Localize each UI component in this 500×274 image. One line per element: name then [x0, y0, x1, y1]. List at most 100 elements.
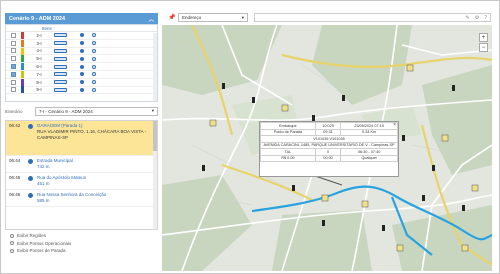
chevron-up-icon[interactable]: ︿ — [148, 15, 154, 23]
stop-time: 06:42 — [9, 123, 21, 128]
chevron-down-icon: ▾ — [241, 14, 244, 20]
stops-list: 06:42 GARAGEM (Parada 1) RUA VLADIMIR PI… — [5, 120, 158, 230]
stop-detail: RUA VLADIMIR PINTO, 1.16, CHÁCARA BOA VI… — [37, 129, 147, 140]
stop-info-popup: × Embarque 10:029 23/05/2024 07:19 Ponto d… — [259, 121, 399, 177]
lines-table: Itens 2-I 3-I 4-I 5-I 6-I 7-I 8-I 9-I — [5, 24, 158, 102]
bus-icon[interactable] — [54, 87, 67, 92]
stop-name: Rua Nossa Senhora da Conceição — [37, 192, 107, 197]
line-name: 4-I — [36, 48, 42, 54]
line-name: 9-I — [36, 87, 42, 93]
stops-icon[interactable] — [80, 87, 84, 92]
line-name: 8-I — [36, 79, 42, 85]
stop-item[interactable]: 06:45 Rua do Apóstolo Mateus 451 m — [6, 173, 157, 190]
scenario-title: Cenário 9 - ADM 2024 — [9, 15, 66, 22]
line-row[interactable]: 9-I — [6, 86, 157, 95]
option-toggle[interactable]: Exibir Pontos Operacionais — [10, 240, 158, 248]
scenario-header[interactable]: Cenário 9 - ADM 2024 ︿ — [5, 13, 158, 24]
stops-icon[interactable] — [80, 80, 84, 85]
bus-icon[interactable] — [54, 56, 67, 61]
radio-icon[interactable] — [10, 241, 14, 246]
line-checkbox[interactable] — [11, 87, 16, 93]
pin-icon[interactable]: 📌 — [166, 14, 178, 21]
bus-icon[interactable] — [54, 64, 67, 69]
bus-icon[interactable] — [54, 72, 67, 77]
stops-icon[interactable] — [80, 33, 84, 38]
route-icon[interactable] — [92, 48, 96, 53]
stops-icon[interactable] — [80, 72, 84, 77]
line-checkbox[interactable] — [11, 32, 16, 38]
route-icon[interactable] — [92, 64, 96, 69]
stop-time: 06:44 — [9, 158, 21, 163]
stop-marker-icon — [28, 158, 37, 170]
stop-detail: 742 m — [37, 164, 50, 169]
route-icon[interactable] — [92, 87, 96, 92]
line-row[interactable]: 4-I — [6, 47, 157, 56]
line-name: 6-I — [36, 64, 42, 70]
line-name: 3-I — [36, 40, 42, 46]
stop-detail: 585 m — [37, 198, 50, 203]
stop-marker-icon — [28, 175, 37, 187]
line-name: 2-I — [36, 32, 42, 38]
line-checkbox[interactable] — [11, 56, 16, 62]
line-checkbox[interactable] — [11, 48, 16, 54]
stops-icon[interactable] — [80, 48, 84, 53]
help-icon[interactable]: ? — [484, 15, 487, 21]
address-search-input[interactable]: ✎ ⚙ ? — [254, 13, 491, 22]
bus-icon[interactable] — [54, 41, 67, 46]
stops-icon[interactable] — [80, 64, 84, 69]
bus-icon[interactable] — [54, 80, 67, 85]
stop-item[interactable]: 06:46 Rua Nossa Senhora da Conceição 585… — [6, 190, 157, 207]
map-toolbar: 📌 Endereço ▾ ✎ ⚙ ? — [166, 12, 491, 23]
line-name: 7-I — [36, 71, 42, 77]
chevron-down-icon: ▾ — [151, 108, 154, 113]
line-row[interactable]: 8-I — [6, 78, 157, 87]
draw-icon[interactable]: ✎ — [466, 15, 470, 21]
route-icon[interactable] — [92, 56, 96, 61]
line-row[interactable]: 3-I — [6, 39, 157, 48]
line-checkbox[interactable] — [11, 71, 16, 77]
option-label: Exibir Pontos de Parada — [17, 248, 66, 254]
close-icon[interactable]: × — [393, 122, 396, 128]
route-icon[interactable] — [92, 80, 96, 85]
stop-item[interactable]: 06:42 GARAGEM (Parada 1) RUA VLADIMIR PI… — [6, 121, 157, 156]
option-label: Exibir Regiões — [17, 233, 47, 239]
stop-item[interactable]: 06:44 Estrada Municipal 742 m — [6, 156, 157, 173]
radio-icon[interactable] — [10, 248, 14, 253]
bus-icon[interactable] — [54, 33, 67, 38]
address-select[interactable]: Endereço ▾ — [178, 13, 248, 22]
radio-icon[interactable] — [10, 233, 14, 238]
stop-time: 06:46 — [9, 192, 21, 197]
lines-table-header: Itens — [6, 25, 157, 32]
line-row[interactable]: 2-I — [6, 31, 157, 40]
stop-marker-icon — [28, 192, 37, 204]
line-checkbox[interactable] — [11, 64, 16, 70]
scrollbar[interactable] — [153, 33, 157, 101]
zoom-out-button[interactable]: − — [479, 43, 488, 52]
option-toggle[interactable]: Exibir Pontos de Parada — [10, 247, 158, 255]
bus-icon[interactable] — [54, 48, 67, 53]
line-name: 5-I — [36, 56, 42, 62]
route-icon[interactable] — [92, 72, 96, 77]
stop-time: 06:45 — [9, 175, 21, 180]
line-checkbox[interactable] — [11, 40, 16, 46]
line-row[interactable]: 7-I — [6, 70, 157, 79]
option-label: Exibir Pontos Operacionais — [17, 240, 72, 246]
line-row[interactable]: 5-I — [6, 55, 157, 64]
scrollbar[interactable] — [153, 121, 157, 229]
itinerary-row: Itinerário 7-I - Cenário 9 - ADM 2024 ▾ — [5, 105, 158, 117]
stops-icon[interactable] — [80, 56, 84, 61]
itinerary-select[interactable]: 7-I - Cenário 9 - ADM 2024 ▾ — [35, 106, 158, 116]
settings-icon[interactable]: ⚙ — [475, 15, 479, 21]
app-window: Cenário 9 - ADM 2024 ︿ Itens 2-I 3-I 4-I… — [0, 0, 500, 274]
option-toggle[interactable]: Exibir Regiões — [10, 232, 158, 240]
route-icon[interactable] — [92, 41, 96, 46]
route-icon[interactable] — [92, 33, 96, 38]
zoom-in-button[interactable]: + — [479, 33, 488, 42]
stop-name: Estrada Municipal — [37, 158, 73, 163]
line-row[interactable]: 6-I — [6, 63, 157, 71]
stops-icon[interactable] — [80, 41, 84, 46]
left-panel: Cenário 9 - ADM 2024 ︿ Itens 2-I 3-I 4-I… — [5, 13, 158, 271]
itinerary-label: Itinerário — [5, 108, 23, 114]
line-checkbox[interactable] — [11, 79, 16, 85]
stop-detail: 451 m — [37, 181, 50, 186]
